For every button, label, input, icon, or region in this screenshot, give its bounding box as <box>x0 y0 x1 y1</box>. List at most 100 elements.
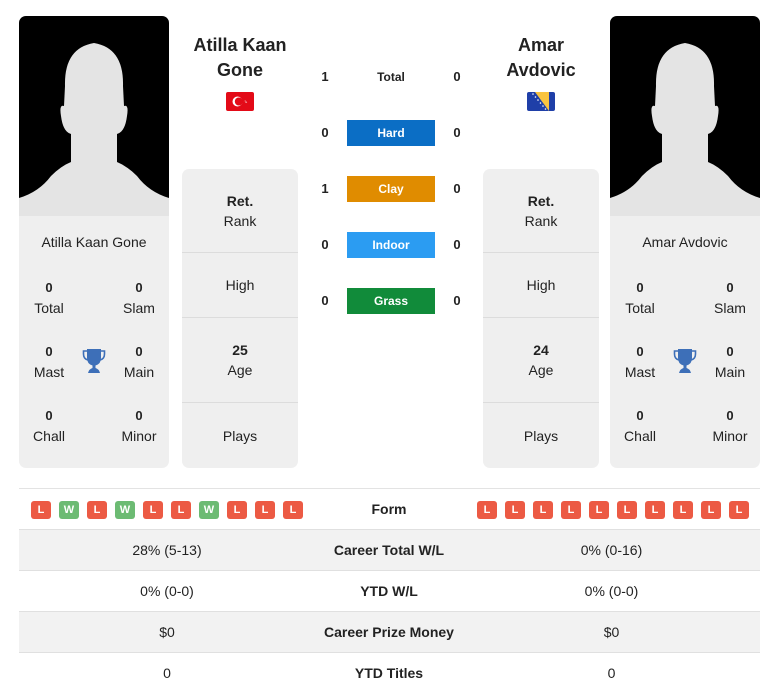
titles-slam-right: 0 Slam <box>700 278 760 318</box>
h2h-hard-right: 0 <box>453 125 461 140</box>
h2h-total-label: Total <box>377 70 405 84</box>
rank-cell-right: Ret. Rank <box>483 169 599 253</box>
form-badge-loss[interactable]: L <box>227 501 247 519</box>
player-heading-left[interactable]: Atilla Kaan Gone <box>175 33 305 83</box>
form-badge-loss[interactable]: L <box>561 501 581 519</box>
titles-slam-value: 0 <box>726 280 734 295</box>
form-badge-win[interactable]: W <box>199 501 219 519</box>
titles-slam-label: Slam <box>714 300 746 316</box>
titles-main-right: 0 Main <box>700 342 760 382</box>
rank-value: Ret. <box>226 192 254 209</box>
h2h-total-left: 1 <box>321 69 329 84</box>
form-badge-loss[interactable]: L <box>673 501 693 519</box>
h2h-clay-left: 1 <box>321 181 329 196</box>
age-label: Age <box>227 362 253 378</box>
form-badge-loss[interactable]: L <box>31 501 51 519</box>
titles-slam-label: Slam <box>123 300 155 316</box>
high-cell-right: High <box>483 253 599 318</box>
plays-cell-right: Plays <box>483 403 599 468</box>
titles-total-value: 0 <box>636 280 644 295</box>
form-badge-loss[interactable]: L <box>701 501 721 519</box>
player-card-right: Amar Avdovic 0 Total 0 Slam 0 Mast 0 Main 0 C… <box>610 16 760 468</box>
titles-minor-left: 0 Minor <box>109 406 169 446</box>
bosnia-flag-icon <box>527 92 555 111</box>
player-info-left: Ret. Rank High 25 Age Plays <box>182 169 298 468</box>
high-label: High <box>225 277 255 293</box>
player-photo-right <box>610 16 760 216</box>
high-label: High <box>526 277 556 293</box>
form-badge-loss[interactable]: L <box>645 501 665 519</box>
form-badge-loss[interactable]: L <box>589 501 609 519</box>
titles-main-value: 0 <box>726 344 734 359</box>
plays-label: Plays <box>222 427 258 444</box>
h2h-total-right: 0 <box>453 69 461 84</box>
stats-row-ytd-wl: 0% (0-0) YTD W/L 0% (0-0) <box>19 571 760 612</box>
form-badge-loss[interactable]: L <box>617 501 637 519</box>
h2h-row-indoor: 0 Indoor 0 <box>305 232 475 258</box>
titles-total-label: Total <box>34 300 64 316</box>
h2h-hard-left: 0 <box>321 125 329 140</box>
titles-chall-label: Chall <box>33 428 65 444</box>
rank-label: Rank <box>223 212 257 229</box>
age-label: Age <box>528 362 554 378</box>
player-heading-right[interactable]: Amar Avdovic <box>476 33 606 83</box>
player-info-right: Ret. Rank High 24 Age Plays <box>483 169 599 468</box>
stats-table: LWLWLLWLLL Form LLLLLLLLLL 28% (5-13) Ca… <box>19 488 760 694</box>
player-name-left[interactable]: Atilla Kaan Gone <box>19 234 169 254</box>
silhouette-icon <box>19 43 169 216</box>
form-badge-loss[interactable]: L <box>87 501 107 519</box>
titles-grid-right: 0 Total 0 Slam 0 Mast 0 Main 0 Chall 0 Minor <box>610 278 760 468</box>
titles-chall-value: 0 <box>636 408 644 423</box>
titles-main-label: Main <box>123 364 155 380</box>
form-badge-win[interactable]: W <box>115 501 135 519</box>
rank-cell-left: Ret. Rank <box>182 169 298 253</box>
stats-value-left: 28% (5-13) <box>132 542 202 558</box>
titles-mast-label: Mast <box>33 364 65 380</box>
form-badge-loss[interactable]: L <box>143 501 163 519</box>
stats-value-right: 0% (0-16) <box>580 542 643 558</box>
titles-chall-right: 0 Chall <box>610 406 670 446</box>
stats-value-left: 0% (0-0) <box>140 583 194 599</box>
form-badge-loss[interactable]: L <box>729 501 749 519</box>
player-name-right[interactable]: Amar Avdovic <box>610 234 760 254</box>
titles-minor-right: 0 Minor <box>700 406 760 446</box>
titles-main-left: 0 Main <box>109 342 169 382</box>
form-badge-loss[interactable]: L <box>505 501 525 519</box>
titles-mast-value: 0 <box>636 344 644 359</box>
stats-row-career-total: 28% (5-13) Career Total W/L 0% (0-16) <box>19 530 760 571</box>
form-badge-loss[interactable]: L <box>533 501 553 519</box>
stats-row-ytd-titles: 0 YTD Titles 0 <box>19 653 760 694</box>
titles-mast-label: Mast <box>624 364 656 380</box>
stats-label: YTD W/L <box>360 583 418 599</box>
form-badge-win[interactable]: W <box>59 501 79 519</box>
stats-value-left: 0 <box>163 665 171 681</box>
form-badge-loss[interactable]: L <box>477 501 497 519</box>
form-badges-left: LWLWLLWLLL <box>31 501 303 519</box>
surface-badge-grass: Grass <box>347 288 435 314</box>
h2h-row-clay: 1 Clay 0 <box>305 176 475 202</box>
titles-slam-left: 0 Slam <box>109 278 169 318</box>
rank-value: Ret. <box>527 192 555 209</box>
stats-label-form: Form <box>371 501 407 517</box>
stats-value-right: 0 <box>607 665 616 681</box>
titles-mast-left: 0 Mast <box>19 342 79 382</box>
titles-total-left: 0 Total <box>19 278 79 318</box>
h2h-indoor-right: 0 <box>453 237 461 252</box>
h2h-row-grass: 0 Grass 0 <box>305 288 475 314</box>
player-photo-left <box>19 16 169 216</box>
age-cell-left: 25 Age <box>182 318 298 403</box>
trophy-icon <box>82 349 106 373</box>
form-badge-loss[interactable]: L <box>255 501 275 519</box>
player-card-left: Atilla Kaan Gone 0 Total 0 Slam 0 Mast 0 Mai… <box>19 16 169 468</box>
stats-value-right: $0 <box>603 624 620 640</box>
form-badge-loss[interactable]: L <box>171 501 191 519</box>
titles-chall-label: Chall <box>624 428 656 444</box>
titles-chall-value: 0 <box>45 408 53 423</box>
titles-minor-value: 0 <box>726 408 734 423</box>
age-value: 25 <box>232 342 248 358</box>
surface-badge-hard: Hard <box>347 120 435 146</box>
high-cell-left: High <box>182 253 298 318</box>
turkey-flag-icon <box>226 92 254 111</box>
titles-chall-left: 0 Chall <box>19 406 79 446</box>
form-badge-loss[interactable]: L <box>283 501 303 519</box>
